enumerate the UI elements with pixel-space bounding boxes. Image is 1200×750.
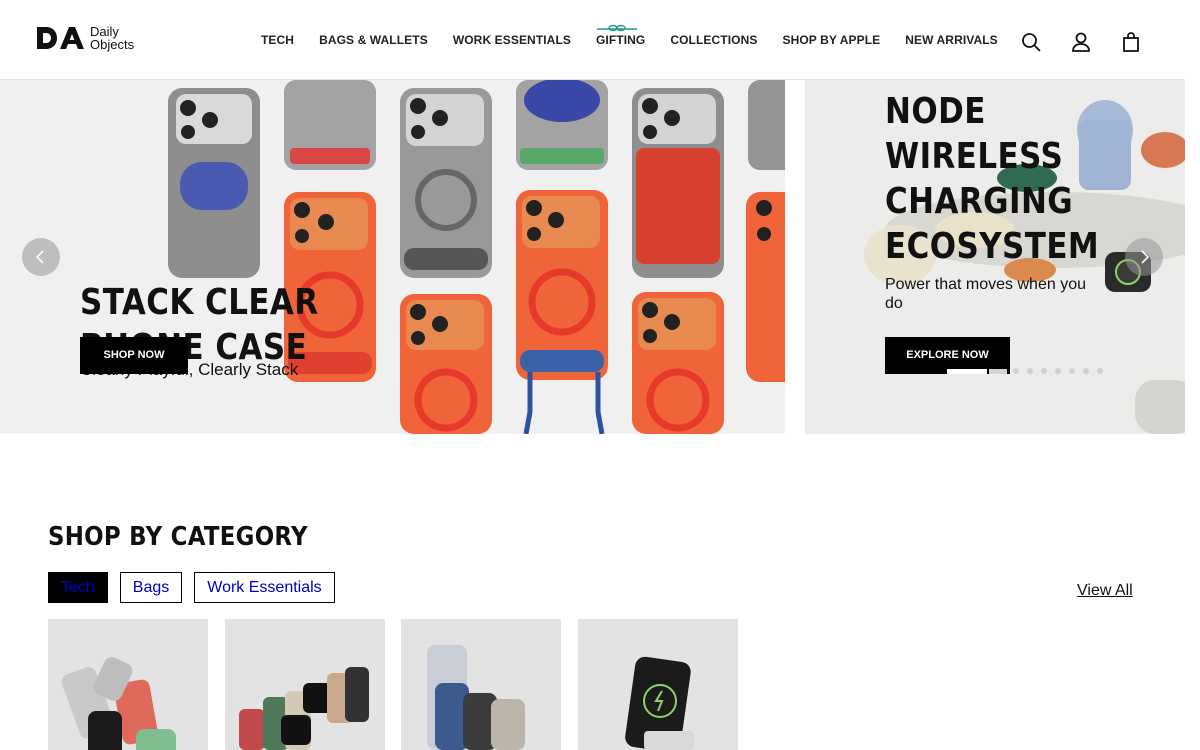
nav-tech[interactable]: TECH [261, 33, 294, 47]
nav-gifting-label: GIFTING [595, 33, 646, 47]
gift-ribbon-icon [596, 24, 637, 32]
watch-bands-thumbnail [238, 667, 369, 750]
category-card-watch-bands[interactable] [224, 619, 385, 750]
hero-carousel: STACK CLEAR PHONE CASE Clearly Playful, … [0, 80, 1185, 434]
power-banks-thumbnail [427, 645, 525, 750]
phone-cases-thumbnail [61, 657, 176, 750]
brand-logo[interactable]: Daily Objects [36, 25, 134, 51]
nav-work-essentials[interactable]: WORK ESSENTIALS [453, 33, 571, 47]
pagination-dot[interactable] [1041, 368, 1047, 374]
nav-bags-wallets[interactable]: BAGS & WALLETS [319, 33, 428, 47]
tab-work-essentials[interactable]: Work Essentials [194, 572, 335, 603]
view-all-link[interactable]: View All [1077, 582, 1133, 600]
header-actions [1020, 31, 1170, 53]
hero-title-2-line4: ECOSYSTEM [885, 226, 1100, 267]
pagination-dot-next[interactable] [989, 368, 1007, 374]
hero-subtitle-2: Power that moves when you do [885, 276, 1086, 312]
logo-line2: Objects [90, 37, 135, 52]
nav-collections[interactable]: COLLECTIONS [670, 33, 757, 47]
hero-title-1-line1: STACK CLEAR [80, 282, 319, 323]
pagination-dot[interactable] [1027, 368, 1033, 374]
hero-slide-stack-clear[interactable]: STACK CLEAR PHONE CASE Clearly Playful, … [0, 80, 785, 434]
pagination-dot[interactable] [1097, 368, 1103, 374]
pagination-dot[interactable] [1013, 368, 1019, 374]
shop-now-button[interactable]: SHOP NOW [80, 337, 188, 374]
pagination-dot[interactable] [1069, 368, 1075, 374]
pagination-dot[interactable] [1083, 368, 1089, 374]
category-card-wireless-chargers[interactable] [577, 619, 738, 750]
category-card-phone-cases[interactable] [48, 619, 208, 750]
category-tabs: Tech Bags Work Essentials [48, 572, 347, 603]
chevron-left-icon [35, 250, 44, 264]
hero-title-2-line3: CHARGING [885, 181, 1074, 222]
carousel-pagination [947, 368, 1111, 374]
nav-new-arrivals[interactable]: NEW ARRIVALS [905, 33, 998, 47]
phone-cases-image [168, 80, 785, 434]
nav-shop-by-apple[interactable]: SHOP BY APPLE [782, 33, 880, 47]
cart-icon[interactable] [1120, 31, 1142, 53]
logo-mark-icon [37, 27, 84, 49]
pagination-dot[interactable] [1055, 368, 1061, 374]
site-header: Daily Objects TECH BAGS & WALLETS WORK E… [0, 0, 1185, 80]
category-cards [48, 619, 754, 750]
hero-title-2-line2: WIRELESS [885, 136, 1064, 177]
wireless-charger-thumbnail [624, 656, 694, 750]
section-title: SHOP BY CATEGORY [48, 522, 308, 552]
main-nav: TECH BAGS & WALLETS WORK ESSENTIALS GIFT… [261, 24, 1023, 47]
carousel-next-button[interactable] [1125, 238, 1163, 276]
logo-wordmark: Daily Objects [90, 25, 134, 51]
search-icon[interactable] [1020, 31, 1042, 53]
pagination-dot-active[interactable] [947, 368, 987, 374]
hero-title-2: NODE WIRELESS CHARGING ECOSYSTEM [885, 89, 1099, 269]
carousel-prev-button[interactable] [22, 238, 60, 276]
chevron-right-icon [1141, 250, 1150, 264]
hero-title-2-line1: NODE [885, 91, 986, 132]
tab-tech[interactable]: Tech [48, 572, 108, 603]
tab-bags[interactable]: Bags [119, 572, 183, 603]
nav-gifting[interactable]: GIFTING [595, 24, 646, 47]
category-card-power-banks[interactable] [401, 619, 561, 750]
account-icon[interactable] [1070, 31, 1092, 53]
